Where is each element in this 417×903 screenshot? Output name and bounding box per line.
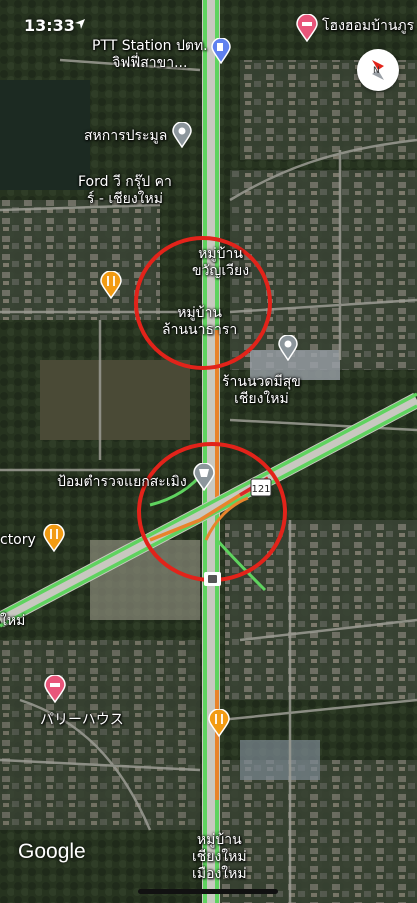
compass-icon: N [372,60,384,80]
residential-area [0,640,200,830]
place-label-ford[interactable]: Ford วี กรุ๊ป คา ร์ - เชียงใหม่ [78,174,172,208]
residential-area [225,520,417,700]
place-label-police[interactable]: ป้อมตำรวจแยกสะเมิง [57,474,187,491]
route-shield-label: 121 [251,484,270,495]
place-label-edge: ใหม่ [0,613,26,629]
place-label-line: หมู่บ้าน [177,305,222,321]
bus-stop-glyph [208,575,217,583]
status-time: 13:33 [24,16,75,35]
place-pin-icon[interactable] [172,122,192,148]
satellite-map[interactable]: 121 [0,0,417,903]
place-label-line: Ford วี กรุ๊ป คา [78,174,172,190]
gas-station-icon[interactable] [211,38,231,64]
place-label-coop[interactable]: สหการประมูล [84,128,167,145]
place-label-line: จิฟฟี่สาขา... [112,55,188,71]
place-label-ptt[interactable]: PTT Station ปตท. จิฟฟี่สาขา... [92,38,208,72]
place-label-factory[interactable]: ctory [0,532,36,549]
place-label-pari-house[interactable]: パリーハウス [40,712,124,729]
place-label-line: หมู่บ้าน [196,832,242,848]
farm-field [40,360,190,440]
place-label-line: ร์ - เชียงใหม่ [86,191,163,207]
place-label-line: เชียงใหม่ [192,849,247,865]
place-label-line: ล้านนาธารา [162,322,238,338]
parking-lot [240,740,320,780]
residential-area [220,760,417,903]
svg-text:N: N [373,66,380,76]
place-label-village-cm[interactable]: หมู่บ้าน เชียงใหม่ เมืองใหม่ [192,832,247,883]
place-label-line: PTT Station ปตท. [92,38,208,54]
bed-icon[interactable] [296,14,318,42]
place-label-line: ร้านนวดมีสุข [222,374,301,390]
place-label-line: ขวัญเวียง [192,263,250,279]
compass-button[interactable]: N [357,49,399,91]
farm-field [0,80,90,190]
police-icon[interactable] [193,463,215,491]
place-label-massage[interactable]: ร้านนวดมีสุข เชียงใหม่ [222,374,301,408]
bed-icon[interactable] [44,675,66,703]
google-logo: Google [18,840,86,863]
location-arrow-icon [75,19,85,29]
place-label-line: เมืองใหม่ [192,866,247,882]
fork-knife-icon[interactable] [43,524,65,552]
place-label-line: เชียงใหม่ [234,391,289,407]
place-label-line: หมู่บ้าน [198,246,243,262]
place-label-top-right[interactable]: โฮงฮอมบ้านภูร [322,18,414,35]
fork-knife-icon[interactable] [100,271,122,299]
home-indicator[interactable] [138,889,278,894]
place-label-village-khwan[interactable]: หมู่บ้าน ขวัญเวียง [192,246,249,280]
fork-knife-icon[interactable] [208,709,230,737]
place-pin-icon[interactable] [278,335,298,361]
place-label-village-lanna[interactable]: หมู่บ้าน ล้านนาธารา [162,305,237,339]
